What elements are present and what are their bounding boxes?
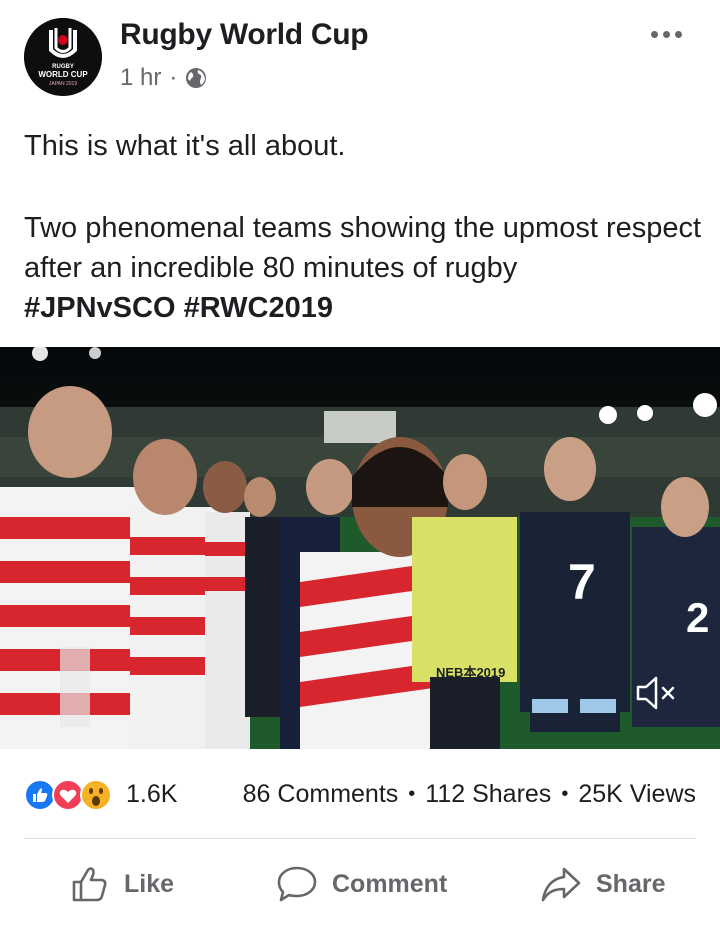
board-text: NEB本2019 [436,665,505,680]
post-meta: 1 hr · [120,64,207,92]
post-text-line-1: This is what it's all about. [24,130,346,162]
avatar-text-2: WORLD CUP [38,70,88,79]
like-label: Like [124,869,175,898]
love-icon [52,779,84,811]
action-bar: Like Comment Share [0,850,720,920]
globe-icon [185,67,207,89]
views-count: 25K Views [578,780,696,808]
share-button[interactable]: Share [540,862,665,906]
post-text-line-2: Two phenomenal teams showing the upmost … [24,212,702,284]
video-player[interactable]: NEB本2019 7 2 [0,347,720,749]
page-avatar[interactable]: RUGBY WORLD CUP JAPAN 2019 [24,18,102,96]
shares-count[interactable]: 112 Shares [425,780,551,809]
hashtags: #JPNvSCO #RWC2019 [24,288,704,328]
dot-separator: • [561,783,569,805]
wow-icon [80,779,112,811]
hashtag-jpnvsco[interactable]: #JPNvSCO [24,292,176,324]
video-frame: NEB本2019 7 2 [0,347,720,749]
like-button[interactable]: Like [70,862,174,906]
dot-separator: • [408,783,416,805]
comment-bubble-icon [276,864,318,904]
jersey-number-7: 7 [568,554,596,610]
post-header: RUGBY WORLD CUP JAPAN 2019 Rugby World C… [0,0,720,110]
post-text: This is what it's all about. Two phenome… [24,126,704,328]
comment-button[interactable]: Comment [276,862,447,906]
engagement-counts: 86 Comments • 112 Shares • 25K Views [243,780,696,809]
avatar-text-3: JAPAN 2019 [49,81,77,87]
speaker-muted-icon[interactable] [634,673,678,713]
meta-separator: · [169,64,178,91]
more-options-icon[interactable] [644,22,688,46]
share-label: Share [596,869,666,898]
page-name-link[interactable]: Rugby World Cup [120,18,369,52]
thumbs-up-icon [70,864,110,904]
comment-label: Comment [332,869,448,898]
engagement-stats: 1.6K 86 Comments • 112 Shares • 25K View… [0,774,720,818]
comments-count[interactable]: 86 Comments [243,780,399,809]
jersey-number-2: 2 [686,594,709,641]
reaction-count[interactable]: 1.6K [126,780,177,809]
post-time[interactable]: 1 hr [120,64,161,92]
reactions-summary[interactable] [24,778,124,812]
divider [24,838,696,839]
share-arrow-icon [540,864,582,904]
like-icon [24,779,56,811]
hashtag-rwc2019[interactable]: #RWC2019 [184,292,333,324]
